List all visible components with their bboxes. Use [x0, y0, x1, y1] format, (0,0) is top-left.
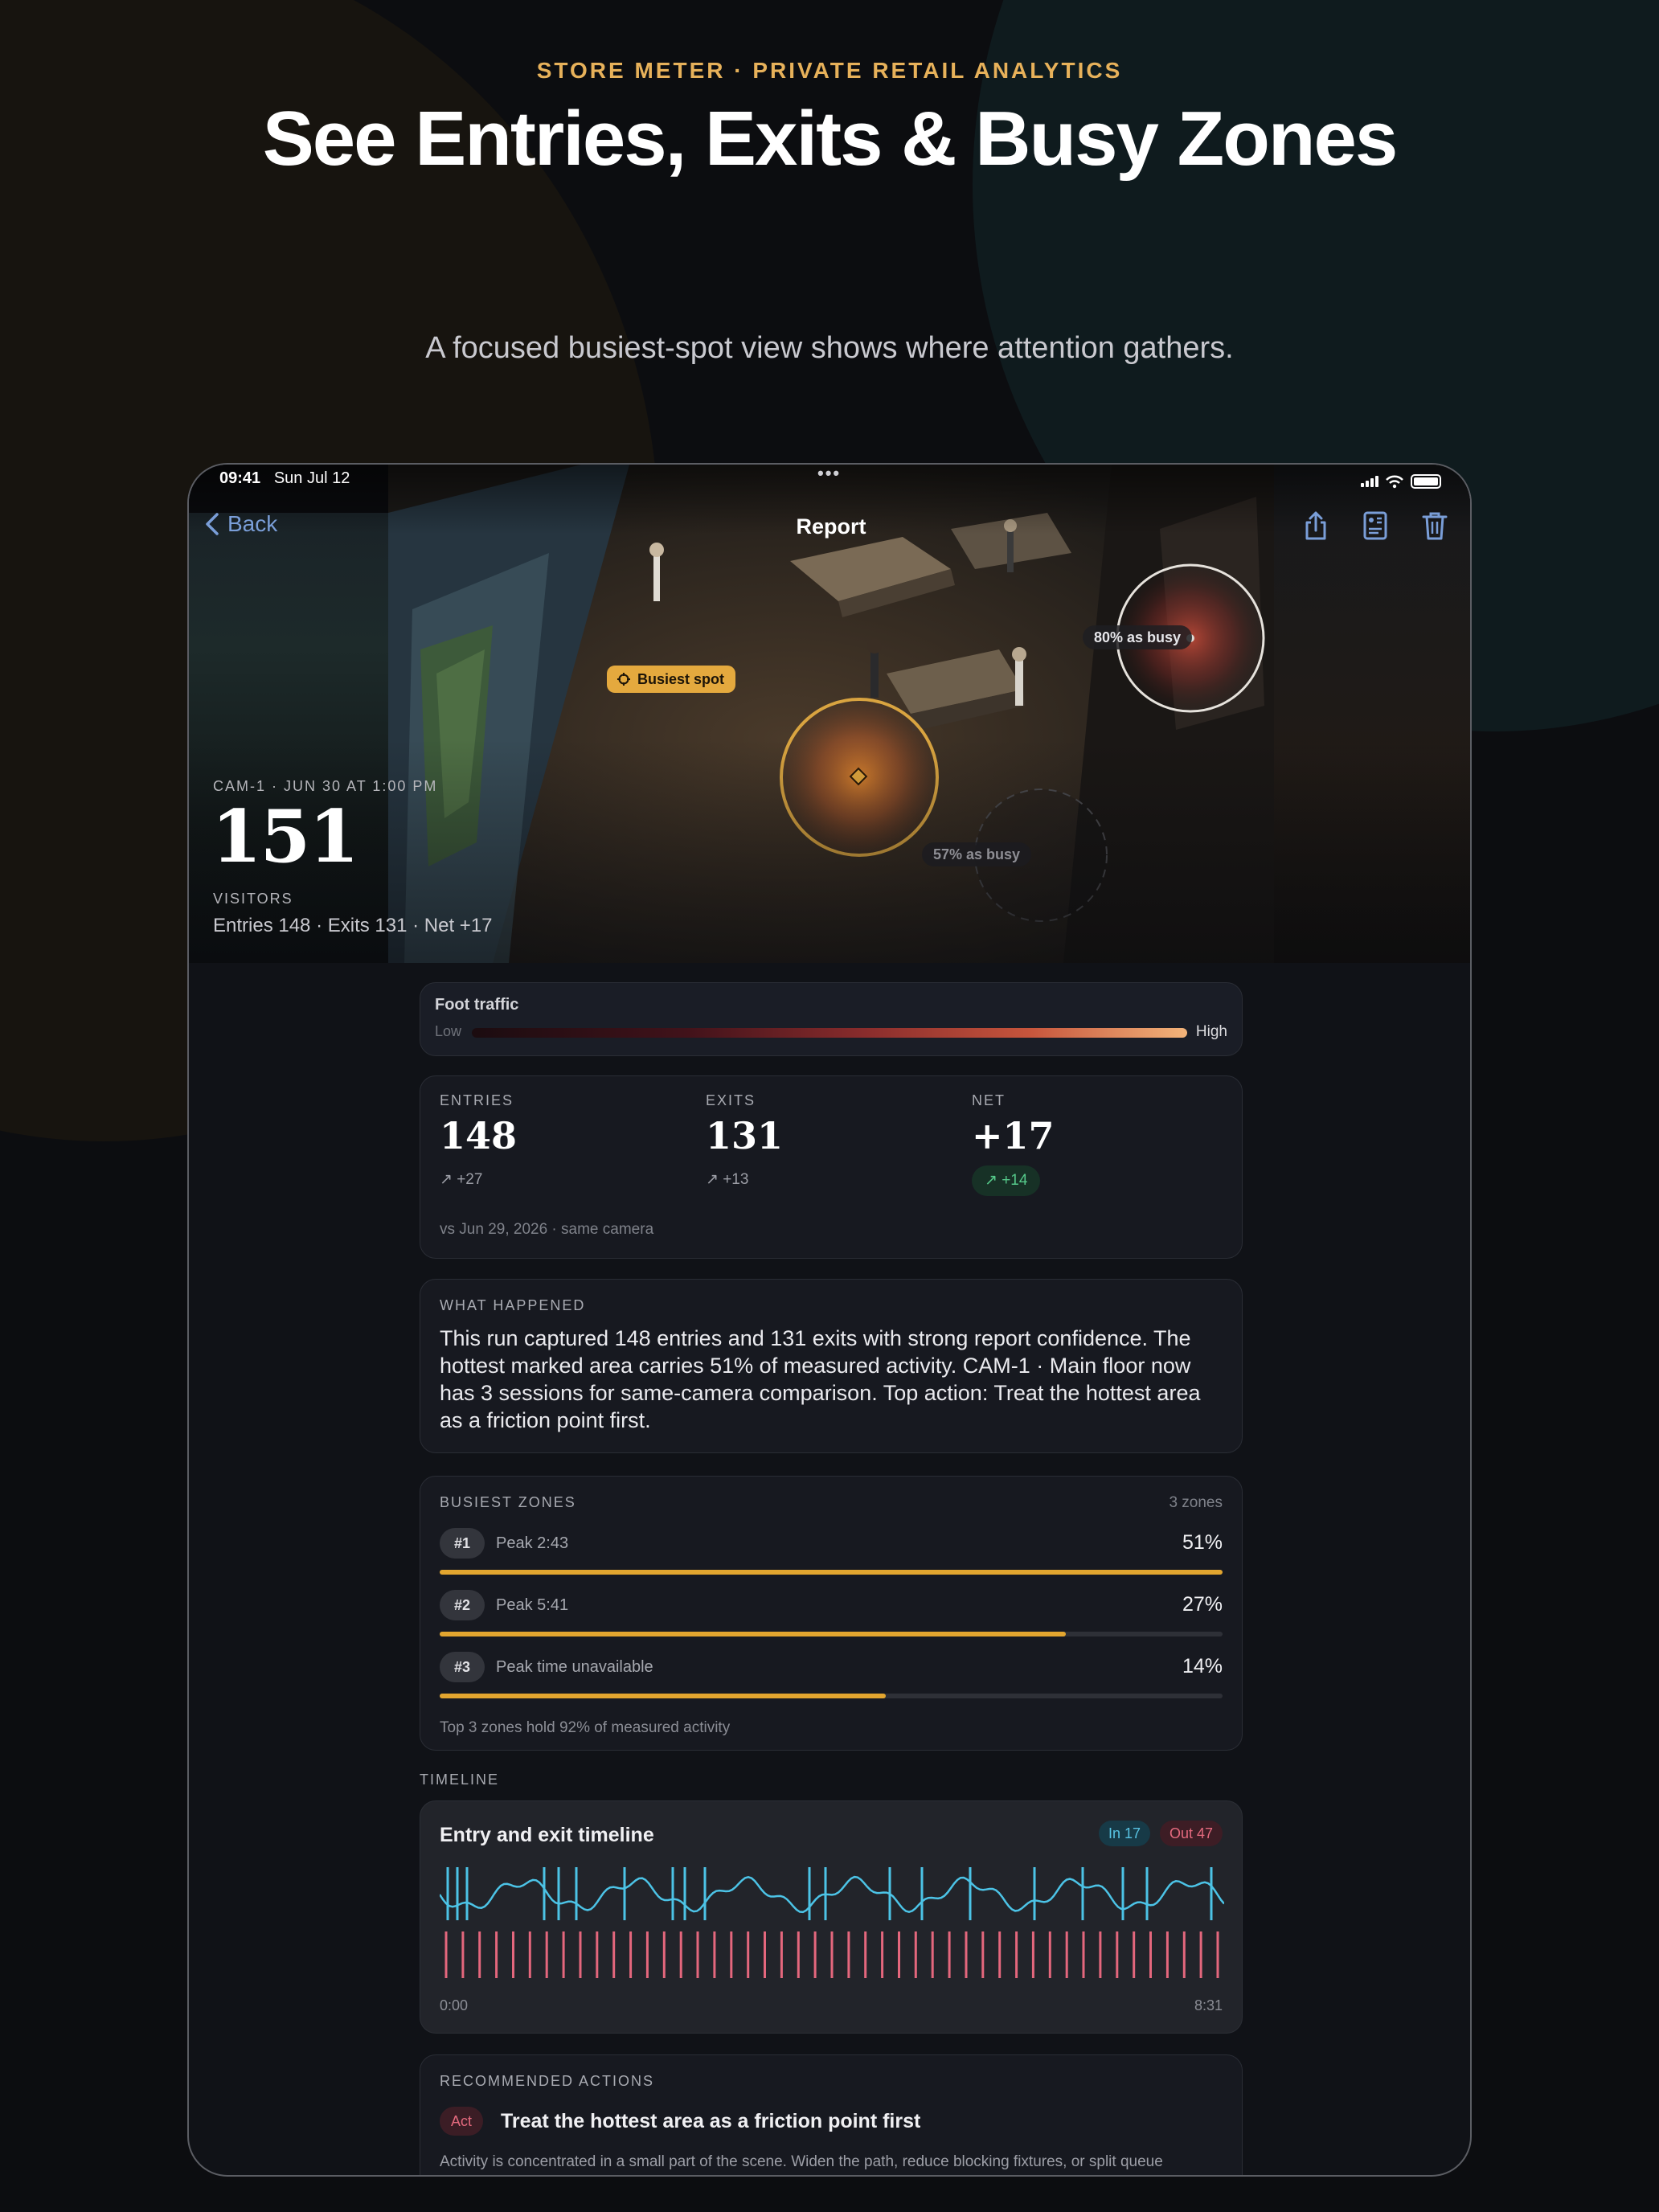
- heat-gradient-bar: [472, 1028, 1187, 1038]
- net-delta-badge: ↗ +14: [972, 1165, 1041, 1196]
- visitors-summary: Entries 148 · Exits 131 · Net +17: [213, 915, 493, 936]
- timeline-end-label: 8:31: [1194, 1997, 1223, 2013]
- timeline-title: Entry and exit timeline: [440, 1824, 654, 1846]
- exits-label: EXITS: [706, 1092, 756, 1108]
- what-happened-card: WHAT HAPPENED This run captured 148 entr…: [420, 1279, 1243, 1453]
- share-icon: [1305, 511, 1326, 540]
- zone-row[interactable]: #3 Peak time unavailable 14%: [440, 1652, 1223, 1700]
- legend-high-label: High: [1195, 1023, 1227, 1040]
- navigation-bar: Back Report: [189, 503, 1470, 551]
- crosshair-icon: [617, 673, 630, 686]
- status-icons: [1361, 468, 1441, 495]
- zone-progress-track: [440, 1632, 1223, 1636]
- status-bar-time: 09:41 Sun Jul 12: [219, 469, 350, 487]
- entries-label: ENTRIES: [440, 1092, 514, 1108]
- legend-low-label: Low: [435, 1023, 462, 1039]
- arrow-up-right-icon: ↗: [440, 1171, 453, 1188]
- zone-progress-fill: [440, 1632, 1067, 1636]
- arrow-up-right-icon: ↗: [706, 1171, 719, 1188]
- zone-progress-track: [440, 1570, 1223, 1575]
- zone-peak-time: Peak 5:41: [496, 1596, 569, 1614]
- what-happened-text: This run captured 148 entries and 131 ex…: [440, 1326, 1201, 1432]
- timeline-start-label: 0:00: [440, 1997, 469, 2013]
- entries-delta: ↗ +27: [440, 1171, 483, 1188]
- signal-icon: [1361, 476, 1378, 487]
- share-button[interactable]: [1301, 510, 1330, 542]
- visitor-count: 151: [211, 794, 359, 879]
- zone-row[interactable]: #2 Peak 5:41 27%: [440, 1590, 1223, 1638]
- zone-progress-track: [440, 1694, 1223, 1698]
- zones-count: 3 zones: [1169, 1494, 1223, 1511]
- trash-icon: [1422, 512, 1448, 540]
- zones-footer: Top 3 zones hold 92% of measured activit…: [440, 1719, 731, 1736]
- busiest-spot-badge: Busiest spot: [607, 666, 736, 693]
- visitors-label: VISITORS: [213, 891, 293, 907]
- what-happened-label: WHAT HAPPENED: [440, 1297, 586, 1313]
- zone-percent: 27%: [1182, 1593, 1223, 1616]
- action-badge: Act: [440, 2107, 484, 2136]
- exits-delta: ↗ +13: [706, 1171, 749, 1188]
- action-description: Activity is concentrated in a small part…: [440, 2153, 1163, 2175]
- arrow-up-right-icon: ↗: [985, 1172, 997, 1189]
- entries-metric: ENTRIES 148 ↗ +27: [440, 1092, 681, 1189]
- eyebrow-label: STORE METER · PRIVATE RETAIL ANALYTICS: [536, 58, 1123, 83]
- comparison-note: vs Jun 29, 2026 · same camera: [440, 1221, 654, 1238]
- entries-count-badge: In 17: [1098, 1821, 1150, 1846]
- camera-label: CAM-1 · JUN 30 AT 1:00 PM: [213, 778, 438, 794]
- report-card-button[interactable]: [1361, 510, 1390, 542]
- exits-metric: EXITS 131 ↗ +13: [706, 1092, 947, 1189]
- timeline-card: Entry and exit timeline In 17 Out 47 0:0…: [420, 1800, 1243, 2034]
- net-value: +17: [972, 1114, 1055, 1157]
- action-title[interactable]: Treat the hottest area as a friction poi…: [501, 2110, 920, 2133]
- zone-rank-badge: #1: [440, 1528, 485, 1559]
- marketing-page: STORE METER · PRIVATE RETAIL ANALYTICS S…: [0, 0, 1659, 2212]
- zone-progress-fill: [440, 1694, 887, 1698]
- zone-busy-pill: 80% as busy: [1083, 625, 1193, 649]
- report-card-icon: [1363, 511, 1387, 540]
- entries-waveform: [440, 1875, 1224, 1914]
- foot-traffic-legend: Foot traffic Low High: [420, 982, 1243, 1056]
- multitasking-dots[interactable]: •••: [817, 465, 845, 487]
- zone-peak-time: Peak 2:43: [496, 1534, 569, 1552]
- busiest-zones-card: BUSIEST ZONES 3 zones #1 Peak 2:43 51% #…: [420, 1476, 1243, 1751]
- zone-rank-badge: #2: [440, 1590, 485, 1620]
- zone-progress-fill: [440, 1570, 1223, 1575]
- net-metric: NET +17 ↗ +14: [972, 1092, 1213, 1196]
- foot-traffic-title: Foot traffic: [435, 996, 519, 1014]
- zone-percent: 14%: [1182, 1655, 1223, 1677]
- zone-percent: 51%: [1182, 1531, 1223, 1554]
- busiest-zones-label: BUSIEST ZONES: [440, 1494, 576, 1510]
- zone-peak-time: Peak time unavailable: [496, 1658, 653, 1676]
- entries-value: 148: [440, 1114, 518, 1157]
- entry-exit-timeline-chart: [440, 1867, 1224, 1978]
- headline: See Entries, Exits & Busy Zones: [262, 96, 1399, 182]
- metrics-card: ENTRIES 148 ↗ +27 EXITS 131 ↗ +13 NET +1…: [420, 1075, 1243, 1259]
- tablet-frame: Busiest spot 80% as busy 57% as busy 09:…: [187, 463, 1472, 2177]
- recommended-actions-card: RECOMMENDED ACTIONS Act Treat the hottes…: [420, 2054, 1243, 2175]
- wifi-icon: [1386, 475, 1403, 489]
- timeline-section-label: TIMELINE: [420, 1772, 500, 1788]
- nav-title: Report: [796, 514, 866, 539]
- camera-heatmap-hero: Busiest spot 80% as busy 57% as busy 09:…: [189, 465, 1470, 963]
- battery-icon: [1411, 474, 1441, 489]
- exits-value: 131: [706, 1114, 784, 1157]
- zone-rank-badge: #3: [440, 1652, 485, 1682]
- net-label: NET: [972, 1092, 1006, 1108]
- subtitle: A focused busiest-spot view shows where …: [425, 331, 1234, 365]
- delete-button[interactable]: [1420, 510, 1449, 542]
- recommended-actions-label: RECOMMENDED ACTIONS: [440, 2073, 655, 2089]
- exits-count-badge: Out 47: [1159, 1821, 1223, 1846]
- zone-row[interactable]: #1 Peak 2:43 51%: [440, 1528, 1223, 1576]
- zone-busy-pill: 57% as busy: [922, 842, 1032, 866]
- busiest-spot-label: Busiest spot: [637, 671, 725, 687]
- nav-actions: [1301, 510, 1449, 542]
